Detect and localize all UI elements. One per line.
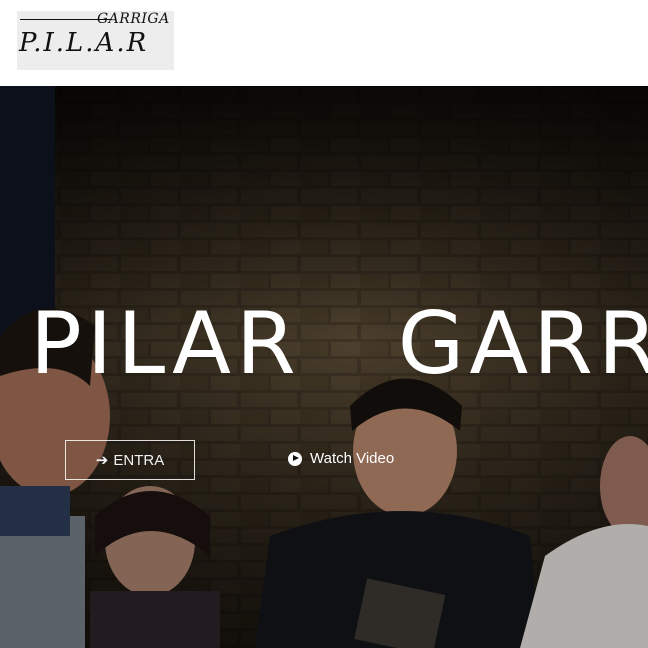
site-logo[interactable]: GARRIGA P.I.L.A.R bbox=[17, 11, 174, 70]
entra-button[interactable]: ➔ ENTRA bbox=[65, 440, 195, 480]
watch-video-label: Watch Video bbox=[310, 450, 395, 467]
watch-video-link[interactable]: Watch Video bbox=[288, 450, 394, 467]
arrow-right-icon: ➔ bbox=[95, 452, 109, 469]
site-header: GARRIGA P.I.L.A.R bbox=[0, 0, 648, 86]
entra-button-label: ENTRA bbox=[113, 451, 165, 469]
hero-section: PILAR GARRIGA ➔ ENTRA Watch Video bbox=[0, 86, 648, 648]
logo-main-text: P.I.L.A.R bbox=[19, 28, 149, 58]
hero-title: PILAR GARRIGA bbox=[30, 294, 648, 394]
logo-top-text: GARRIGA bbox=[97, 11, 170, 27]
play-circle-icon bbox=[288, 451, 302, 466]
